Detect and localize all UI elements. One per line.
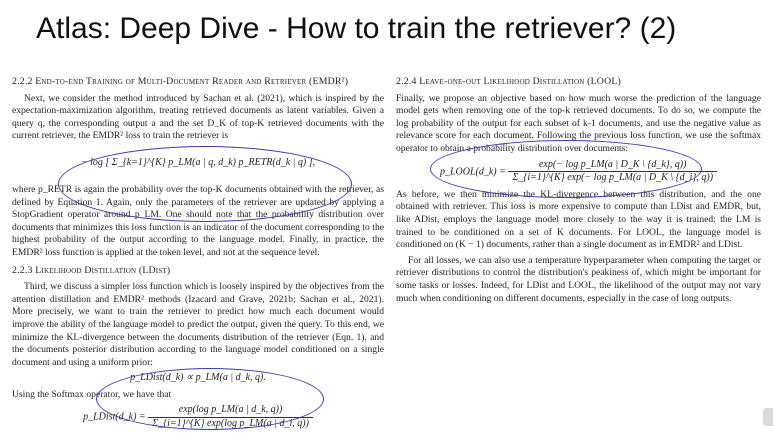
watermark-mark xyxy=(763,408,773,426)
emdr-equation: − log [ Σ_{k=1}^{K} p_LM(a | q, d_k) p_R… xyxy=(80,156,316,168)
ldist-eq2-fraction: exp(log p_LM(a | d_k, q)) Σ_{i=1}^{K} ex… xyxy=(148,404,313,430)
ldist-paragraph-2: Using the Softmax operator, we have that xyxy=(12,388,172,400)
lool-equation: p_LOOL(d_k) = exp(− log p_LM(a | D_K \ {… xyxy=(396,159,761,185)
ldist-equation-2: p_LDist(d_k) = exp(log p_LM(a | d_k, q))… xyxy=(12,404,384,430)
ldist-eq2-lhs: p_LDist(d_k) = xyxy=(83,411,146,423)
section-heading-emdr: 2.2.2 End-to-end Training of Multi-Docum… xyxy=(12,76,349,87)
lool-paragraph-3: For all losses, we can also use a temper… xyxy=(396,254,761,304)
emdr-paragraph-2: where p_RETR is again the probability ov… xyxy=(12,183,384,258)
emdr-paragraph-1: Next, we consider the method introduced … xyxy=(12,92,384,142)
left-column: 2.2.2 End-to-end Training of Multi-Docum… xyxy=(12,76,384,435)
section-heading-lool: 2.2.4 Leave-one-out Likelihood Distillat… xyxy=(396,76,622,87)
ldist-equation-1: p_LDist(d_k) ∝ p_LM(a | d_k, q). xyxy=(130,372,266,384)
lool-eq-fraction: exp(− log p_LM(a | D_K \ {d_k}, q)) Σ_{i… xyxy=(508,159,718,185)
ldist-paragraph-1: Third, we discuss a simpler loss functio… xyxy=(12,281,384,368)
ldist-eq2-numerator: exp(log p_LM(a | d_k, q)) xyxy=(148,404,313,419)
section-heading-ldist: 2.2.3 Likelihood Distillation (LDist) xyxy=(12,264,171,276)
ldist-eq2-denominator: Σ_{i=1}^{K} exp(log p_LM(a | d_i, q)) xyxy=(152,418,309,430)
right-column: 2.2.4 Leave-one-out Likelihood Distillat… xyxy=(396,76,761,308)
lool-eq-lhs: p_LOOL(d_k) = xyxy=(439,165,506,177)
lool-eq-numerator: exp(− log p_LM(a | D_K \ {d_k}, q)) xyxy=(508,159,718,173)
slide-title: Atlas: Deep Dive - How to train the retr… xyxy=(36,12,677,45)
lool-paragraph-2: As before, we then minimize the KL-diver… xyxy=(396,188,761,251)
lool-paragraph-1: Finally, we propose an objective based o… xyxy=(396,92,761,154)
lool-eq-denominator: Σ_{i=1}^{K} exp(− log p_LM(a | D_K \ {d_… xyxy=(512,172,714,184)
